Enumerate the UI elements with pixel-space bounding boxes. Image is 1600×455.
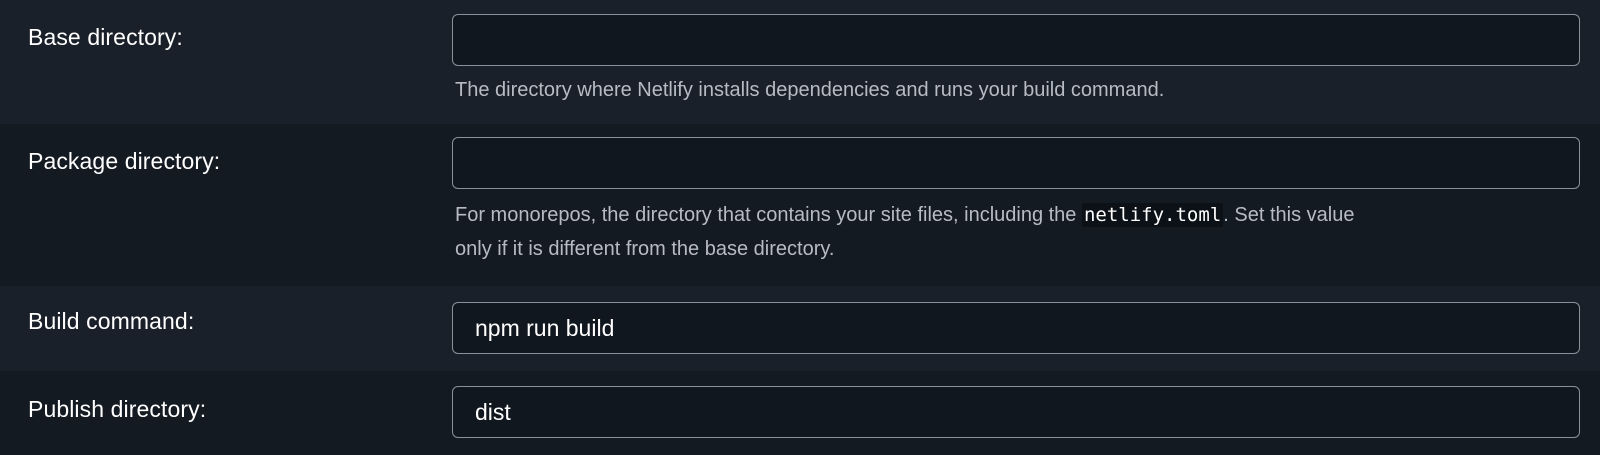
netlify-toml-code: netlify.toml <box>1081 203 1224 227</box>
base-directory-label: Base directory: <box>28 24 183 50</box>
help-text-before: For monorepos, the directory that contai… <box>455 204 1082 226</box>
package-directory-input[interactable] <box>452 137 1580 189</box>
base-directory-input[interactable] <box>452 14 1580 66</box>
base-directory-help: The directory where Netlify installs dep… <box>455 79 1165 101</box>
publish-directory-input[interactable] <box>452 386 1580 438</box>
package-directory-help: For monorepos, the directory that contai… <box>455 198 1354 266</box>
build-settings-form: Base directory: The directory where Netl… <box>0 0 1600 455</box>
base-directory-row: Base directory: The directory where Netl… <box>0 0 1600 124</box>
help-text-after: . Set this value <box>1223 204 1355 226</box>
build-command-label: Build command: <box>28 308 195 334</box>
build-command-input[interactable] <box>452 302 1580 354</box>
package-directory-label: Package directory: <box>28 148 221 174</box>
package-directory-row: Package directory: For monorepos, the di… <box>0 124 1600 286</box>
package-directory-help-line2: only if it is different from the base di… <box>455 238 835 260</box>
publish-directory-label: Publish directory: <box>28 396 207 422</box>
package-directory-help-line1: For monorepos, the directory that contai… <box>455 198 1354 232</box>
publish-directory-row: Publish directory: <box>0 371 1600 455</box>
build-command-row: Build command: <box>0 286 1600 371</box>
